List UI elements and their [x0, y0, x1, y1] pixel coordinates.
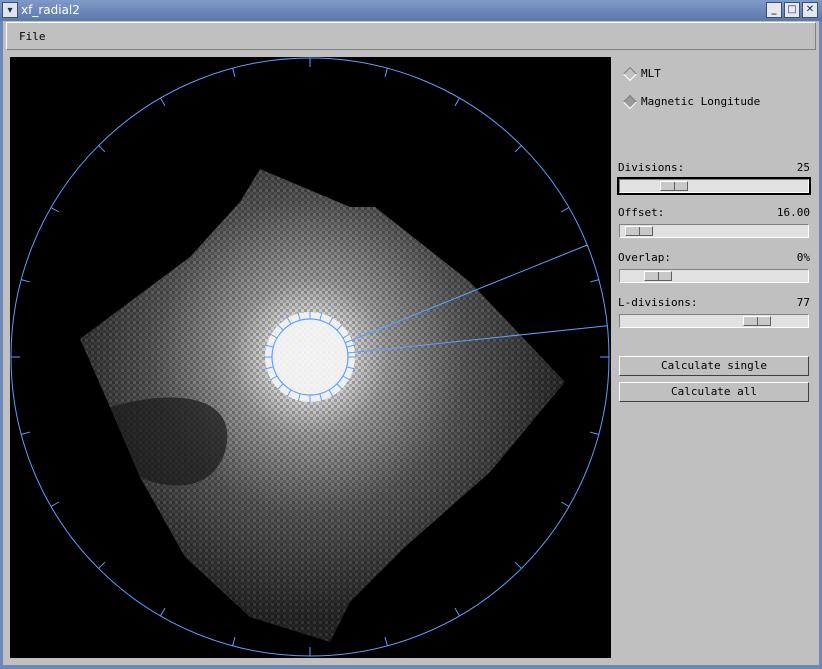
- radio-diamond-selected-icon: [622, 94, 638, 109]
- outer-tick: [232, 636, 236, 646]
- overlap-value: 0%: [796, 251, 810, 264]
- close-icon: ✕: [805, 4, 815, 15]
- radio-diamond-icon: [622, 66, 638, 81]
- outer-tick: [454, 97, 460, 107]
- outer-tick: [98, 561, 106, 569]
- minimize-icon: _: [771, 4, 777, 15]
- application-window: ▾ xf_radial2 _ □ ✕ File MLT Magnetic Lon…: [0, 0, 822, 669]
- divisions-slider-thumb[interactable]: [660, 181, 688, 191]
- minimize-button[interactable]: _: [766, 2, 782, 18]
- l-divisions-slider[interactable]: [619, 314, 809, 328]
- window-menu-icon[interactable]: ▾: [2, 2, 18, 18]
- radio-magnetic-longitude-label: Magnetic Longitude: [641, 95, 761, 108]
- title-bar[interactable]: ▾ xf_radial2 _ □ ✕: [0, 0, 822, 21]
- outer-tick: [589, 279, 599, 283]
- window-client-area: File MLT Magnetic Longitude Divisions: 2…: [3, 21, 819, 665]
- maximize-icon: □: [787, 4, 797, 15]
- offset-slider[interactable]: [619, 224, 809, 238]
- outer-tick: [98, 145, 106, 153]
- aurora-image: [80, 169, 565, 642]
- radio-magnetic-longitude[interactable]: Magnetic Longitude: [622, 94, 761, 109]
- radio-mlt-label: MLT: [641, 67, 661, 80]
- overlap-label: Overlap:: [618, 251, 671, 264]
- menu-file[interactable]: File: [19, 30, 46, 43]
- calculate-single-button[interactable]: Calculate single: [619, 356, 809, 376]
- outer-tick: [50, 501, 60, 507]
- divisions-slider[interactable]: [617, 177, 811, 195]
- l-divisions-slider-thumb[interactable]: [743, 316, 771, 326]
- divisions-label: Divisions:: [618, 161, 685, 174]
- outer-tick: [21, 431, 31, 435]
- close-button[interactable]: ✕: [802, 2, 818, 18]
- outer-tick: [560, 207, 570, 213]
- outer-tick: [21, 279, 31, 283]
- radio-mlt[interactable]: MLT: [622, 66, 661, 81]
- outer-tick: [232, 68, 236, 78]
- radial-plot-canvas[interactable]: [10, 57, 611, 658]
- outer-tick: [514, 145, 522, 153]
- outer-tick: [384, 636, 388, 646]
- divisions-value: 25: [796, 161, 810, 174]
- overlap-slider[interactable]: [619, 269, 809, 283]
- overlap-slider-thumb[interactable]: [644, 271, 672, 281]
- l-divisions-label: L-divisions:: [618, 296, 698, 309]
- radial-image-plot[interactable]: [10, 57, 611, 658]
- l-divisions-value: 77: [796, 296, 810, 309]
- calculate-all-button[interactable]: Calculate all: [619, 382, 809, 402]
- maximize-button[interactable]: □: [784, 2, 800, 18]
- offset-label: Offset:: [618, 206, 665, 219]
- outer-tick: [589, 431, 599, 435]
- outer-tick: [50, 207, 60, 213]
- menu-bar: File: [6, 22, 816, 50]
- control-panel: MLT Magnetic Longitude Divisions: 25 Off…: [615, 57, 813, 658]
- offset-value: 16.00: [776, 206, 810, 219]
- outer-tick: [560, 501, 570, 507]
- outer-tick: [514, 561, 522, 569]
- outer-tick: [160, 607, 166, 617]
- outer-tick: [384, 68, 388, 78]
- window-title: xf_radial2: [21, 3, 80, 17]
- outer-tick: [160, 97, 166, 107]
- offset-slider-thumb[interactable]: [625, 226, 653, 236]
- outer-tick: [454, 607, 460, 617]
